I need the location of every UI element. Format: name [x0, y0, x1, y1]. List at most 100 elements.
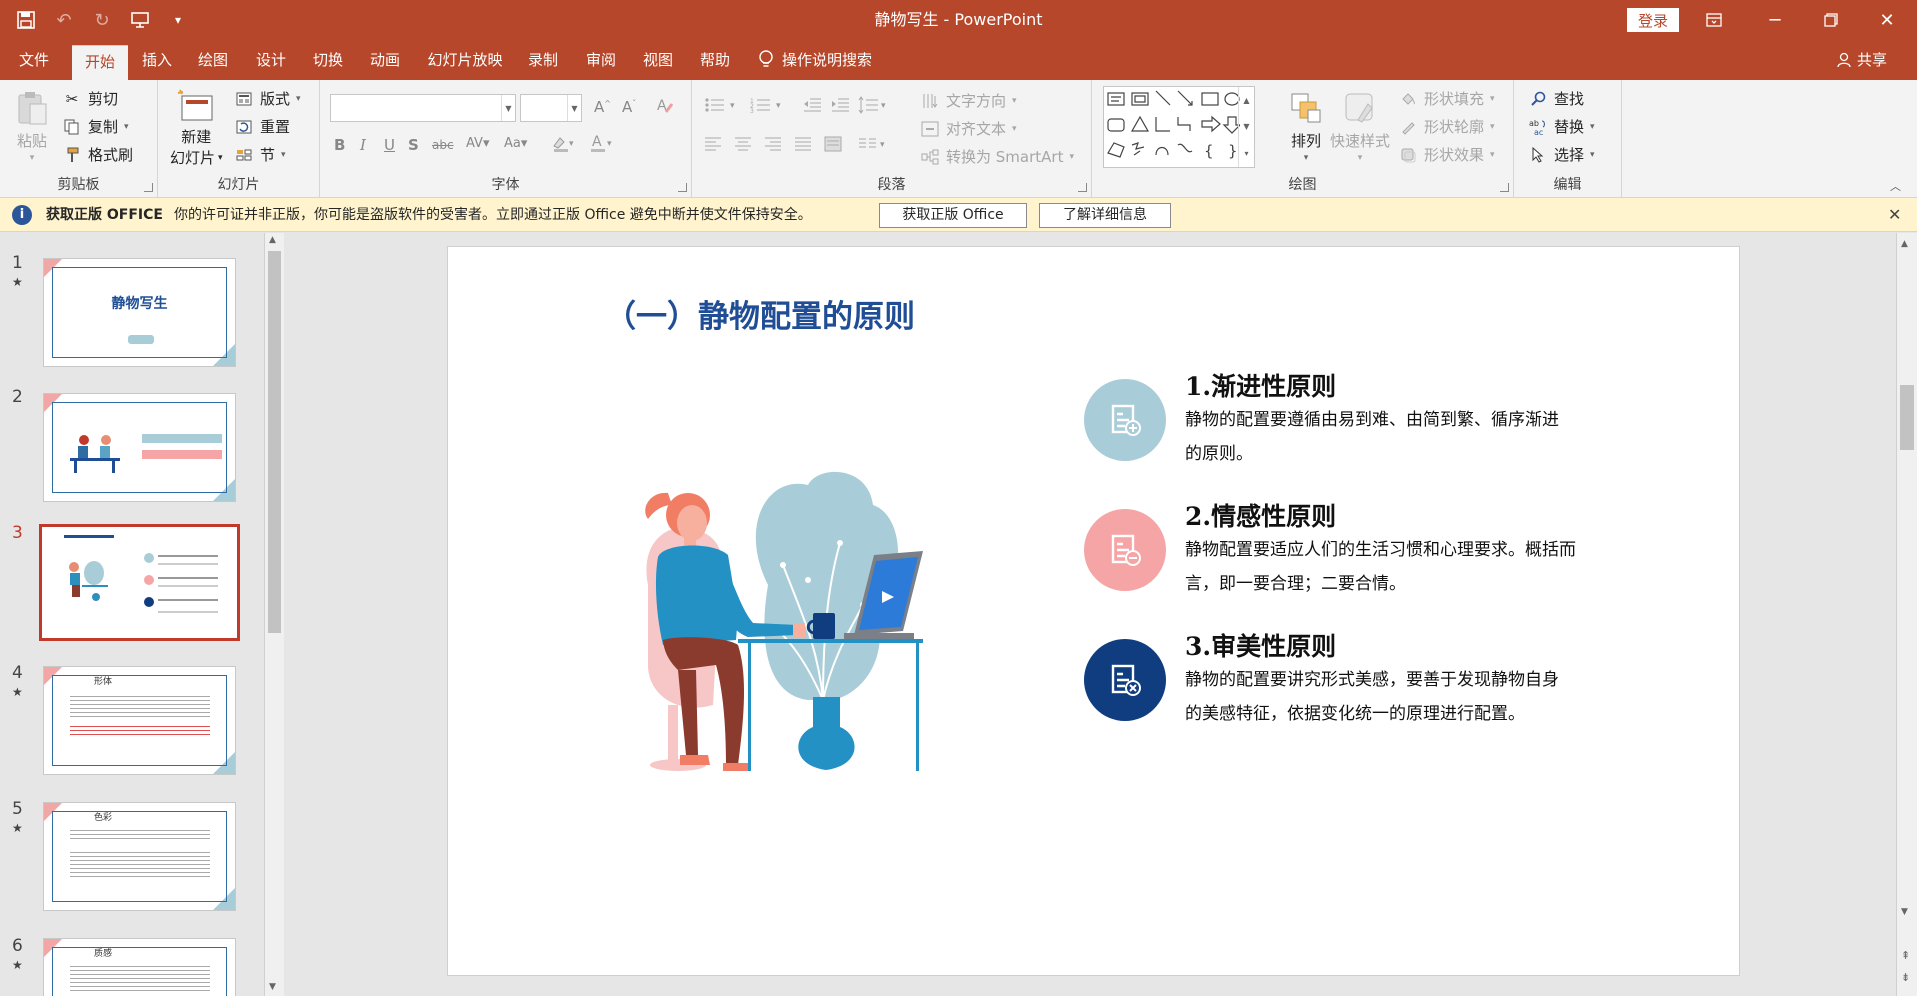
- copy-button[interactable]: 复制 ▾: [62, 116, 129, 137]
- highlight-icon[interactable]: ▾: [552, 134, 578, 156]
- restore-icon[interactable]: [1803, 0, 1859, 40]
- shape-outline-button[interactable]: 形状轮廓 ▾: [1398, 116, 1495, 137]
- thumbnails-scrollbar[interactable]: ▲ ▼: [264, 233, 284, 996]
- font-name-combo[interactable]: ▼: [330, 94, 516, 122]
- font-color-icon[interactable]: A ▾: [590, 134, 616, 156]
- scroll-down-icon[interactable]: ▼: [1901, 907, 1908, 917]
- tab-view[interactable]: 视图: [633, 40, 683, 80]
- character-spacing-icon[interactable]: AV▾: [466, 136, 489, 151]
- learn-more-button[interactable]: 了解详细信息: [1039, 203, 1171, 228]
- collapse-ribbon-icon[interactable]: ︿: [1890, 178, 1901, 194]
- cut-button[interactable]: ✂ 剪切: [62, 88, 118, 109]
- reset-button[interactable]: 重置: [234, 116, 290, 137]
- clear-formatting-icon[interactable]: A: [656, 96, 674, 118]
- slide-canvas[interactable]: （一）静物配置的原则 1.渐进性原则 静物的配置要遵循由易到难、由简到繁、循序渐…: [447, 246, 1740, 976]
- format-painter-button[interactable]: 格式刷: [62, 144, 133, 165]
- gallery-scroll[interactable]: ▲ ▼ ▾: [1238, 87, 1254, 167]
- change-case-icon[interactable]: Aa▾: [504, 136, 527, 151]
- tab-draw[interactable]: 绘图: [188, 40, 238, 80]
- italic-icon[interactable]: I: [360, 136, 366, 154]
- columns-icon[interactable]: ▾: [858, 136, 890, 156]
- scissors-icon: ✂: [65, 89, 79, 108]
- paragraph-launcher[interactable]: [1078, 183, 1087, 192]
- previous-slide-icon[interactable]: ⇞: [1901, 949, 1910, 962]
- quick-styles-button[interactable]: 快速样式 ▾: [1330, 88, 1390, 163]
- ribbon-display-options-icon[interactable]: [1686, 0, 1742, 40]
- align-right-icon[interactable]: [764, 136, 782, 156]
- decrease-indent-icon[interactable]: [802, 96, 822, 118]
- slide-scrollbar[interactable]: ▲ ▼ ⇞ ⇟: [1896, 233, 1917, 996]
- align-text-button[interactable]: 对齐文本 ▾: [920, 118, 1017, 139]
- slide-thumbnail-1[interactable]: 静物写生: [43, 258, 236, 367]
- select-button[interactable]: 选择 ▾: [1528, 144, 1595, 165]
- scrollbar-thumb[interactable]: [1900, 385, 1914, 450]
- arrange-button[interactable]: 排列 ▾: [1286, 88, 1326, 163]
- customize-qat-icon[interactable]: ▾: [166, 8, 190, 32]
- tab-review[interactable]: 审阅: [576, 40, 626, 80]
- share-button[interactable]: 共享: [1837, 40, 1887, 80]
- section-button[interactable]: 节 ▾: [234, 144, 286, 165]
- presenter-icon[interactable]: [128, 8, 152, 32]
- tab-animations[interactable]: 动画: [360, 40, 410, 80]
- next-slide-icon[interactable]: ⇟: [1901, 971, 1910, 984]
- convert-smartart-button[interactable]: 转换为 SmartArt ▾: [920, 146, 1074, 167]
- scroll-down-icon[interactable]: ▼: [269, 982, 276, 992]
- numbering-icon[interactable]: 1 2 3 ▾: [750, 96, 786, 118]
- shape-effects-button[interactable]: 形状效果 ▾: [1398, 144, 1495, 165]
- scroll-up-icon[interactable]: ▲: [269, 235, 276, 245]
- shapes-gallery[interactable]: { } ▲ ▼ ▾: [1103, 86, 1255, 168]
- new-slide-button[interactable]: 新建 幻灯片 ▾: [170, 86, 223, 168]
- find-label: 查找: [1554, 90, 1585, 108]
- bullets-icon[interactable]: ▾: [704, 96, 740, 118]
- slide-thumbnail-6[interactable]: 质感: [43, 938, 236, 996]
- decrease-font-icon[interactable]: Aˇ: [622, 98, 636, 116]
- scroll-up-icon[interactable]: ▲: [1901, 239, 1908, 249]
- paragraph-group-label: 段落: [877, 177, 906, 193]
- minimize-icon[interactable]: ─: [1747, 0, 1803, 40]
- slide-thumbnail-4[interactable]: 形体: [43, 666, 236, 775]
- tab-home[interactable]: 开始: [72, 45, 128, 80]
- text-direction-button[interactable]: 文字方向 ▾: [920, 90, 1017, 111]
- redo-icon[interactable]: ↻: [90, 8, 114, 32]
- tab-insert[interactable]: 插入: [132, 40, 182, 80]
- get-genuine-office-button[interactable]: 获取正版 Office: [879, 203, 1027, 228]
- increase-indent-icon[interactable]: [830, 96, 850, 118]
- layout-button[interactable]: 版式 ▾: [234, 88, 301, 109]
- align-left-icon[interactable]: [704, 136, 722, 156]
- bold-icon[interactable]: B: [334, 136, 345, 154]
- font-size-combo[interactable]: ▼: [520, 94, 582, 122]
- justify-icon[interactable]: [794, 136, 812, 156]
- slide-thumbnail-5[interactable]: 色彩: [43, 802, 236, 911]
- increase-font-icon[interactable]: A^: [594, 98, 611, 116]
- find-button[interactable]: 查找: [1528, 88, 1584, 109]
- distribute-icon[interactable]: [824, 136, 842, 156]
- paste-button[interactable]: 粘贴 ▾: [12, 88, 52, 163]
- close-icon[interactable]: ✕: [1888, 205, 1901, 224]
- login-button[interactable]: 登录: [1627, 8, 1679, 32]
- tab-file[interactable]: 文件: [8, 40, 60, 80]
- drawing-launcher[interactable]: [1500, 183, 1509, 192]
- save-icon[interactable]: [14, 8, 38, 32]
- undo-icon[interactable]: ↶: [52, 8, 76, 32]
- tab-slideshow[interactable]: 幻灯片放映: [420, 40, 510, 80]
- slide-title[interactable]: （一）静物配置的原则: [605, 291, 915, 336]
- scrollbar-thumb[interactable]: [268, 251, 281, 633]
- underline-icon[interactable]: U: [384, 136, 395, 154]
- font-launcher[interactable]: [678, 183, 687, 192]
- tab-design[interactable]: 设计: [246, 40, 296, 80]
- slide-thumbnail-3[interactable]: [39, 524, 240, 641]
- chevron-down-icon: ▾: [1490, 121, 1495, 132]
- tab-transitions[interactable]: 切换: [303, 40, 353, 80]
- tab-help[interactable]: 帮助: [690, 40, 740, 80]
- slide-thumbnail-2[interactable]: [43, 393, 236, 502]
- shape-fill-button[interactable]: 形状填充 ▾: [1398, 88, 1495, 109]
- close-icon[interactable]: ✕: [1859, 0, 1915, 40]
- tab-record[interactable]: 录制: [518, 40, 568, 80]
- replace-button[interactable]: ab ac 替换 ▾: [1528, 116, 1595, 137]
- align-center-icon[interactable]: [734, 136, 752, 156]
- strikethrough-icon[interactable]: abc: [432, 138, 454, 152]
- text-shadow-icon[interactable]: S: [408, 136, 419, 154]
- clipboard-launcher[interactable]: [144, 183, 153, 192]
- line-spacing-icon[interactable]: ▾: [858, 96, 890, 118]
- tell-me-search[interactable]: 操作说明搜索: [758, 40, 898, 80]
